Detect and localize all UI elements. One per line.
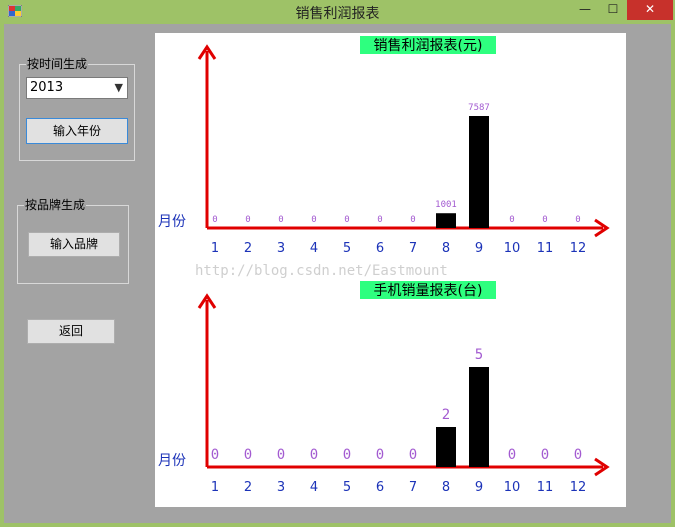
data-label: 0 [310, 447, 318, 463]
axis-label: 月份 [158, 214, 186, 230]
bar [469, 116, 489, 228]
data-label: 0 [343, 447, 351, 463]
bar [436, 427, 456, 467]
group-by-brand-title: 按品牌生成 [24, 197, 87, 213]
data-label: 0 [245, 215, 250, 225]
tick-label: 5 [343, 480, 351, 495]
tick-label: 2 [244, 241, 252, 256]
tick-label: 3 [277, 241, 285, 256]
data-label: 2 [442, 407, 450, 423]
data-label: 0 [211, 447, 219, 463]
tick-label: 4 [310, 241, 318, 256]
tick-label: 7 [409, 241, 417, 256]
maximize-button[interactable]: ☐ [600, 0, 626, 20]
back-button[interactable]: 返回 [27, 319, 115, 344]
chart-title: 手机销量报表(台) [374, 283, 483, 299]
data-label: 0 [376, 447, 384, 463]
data-label: 0 [278, 215, 283, 225]
data-label: 0 [508, 447, 516, 463]
tick-label: 1 [211, 241, 219, 256]
tick-label: 10 [504, 480, 521, 495]
tick-label: 5 [343, 241, 351, 256]
data-label: 0 [277, 447, 285, 463]
data-label: 1001 [435, 200, 457, 210]
chevron-down-icon[interactable]: ▼ [115, 78, 123, 98]
data-label: 0 [509, 215, 514, 225]
input-brand-button[interactable]: 输入品牌 [28, 232, 120, 257]
data-label: 0 [574, 447, 582, 463]
tick-label: 4 [310, 480, 318, 495]
tick-label: 6 [376, 241, 384, 256]
bar [436, 213, 456, 228]
tick-label: 1 [211, 480, 219, 495]
tick-label: 8 [442, 480, 450, 495]
data-label: 0 [410, 215, 415, 225]
tick-label: 11 [537, 480, 554, 495]
data-label: 0 [311, 215, 316, 225]
tick-label: 9 [475, 241, 483, 256]
tick-label: 8 [442, 241, 450, 256]
data-label: 0 [212, 215, 217, 225]
tick-label: 12 [570, 241, 587, 256]
tick-label: 3 [277, 480, 285, 495]
bar [469, 367, 489, 467]
data-label: 0 [244, 447, 252, 463]
data-label: 0 [541, 447, 549, 463]
tick-label: 7 [409, 480, 417, 495]
tick-label: 12 [570, 480, 587, 495]
group-by-time-title: 按时间生成 [26, 56, 89, 72]
tick-label: 6 [376, 480, 384, 495]
data-label: 0 [409, 447, 417, 463]
tick-label: 2 [244, 480, 252, 495]
year-select[interactable]: 2013 ▼ [26, 77, 128, 99]
axis-label: 月份 [158, 453, 186, 469]
minimize-button[interactable]: — [572, 0, 598, 20]
tick-label: 10 [504, 241, 521, 256]
year-select-value: 2013 [30, 80, 64, 95]
watermark: http://blog.csdn.net/Eastmount [195, 263, 448, 279]
data-label: 5 [475, 347, 483, 363]
data-label: 0 [575, 215, 580, 225]
data-label: 0 [542, 215, 547, 225]
chart-canvas: 销售利润报表(元) 月份 0 1 0 2 0 3 0 4 0 5 0 6 0 7 1001 8 7587 9 0 10 0 1… [155, 33, 626, 507]
title-bar[interactable]: 销售利润报表 — ☐ ✕ [0, 0, 675, 24]
chart-title: 销售利润报表(元) [374, 38, 483, 54]
data-label: 0 [377, 215, 382, 225]
tick-label: 11 [537, 241, 554, 256]
data-label: 7587 [468, 103, 490, 113]
data-label: 0 [344, 215, 349, 225]
close-button[interactable]: ✕ [627, 0, 673, 20]
input-year-button[interactable]: 输入年份 [26, 118, 128, 144]
tick-label: 9 [475, 480, 483, 495]
